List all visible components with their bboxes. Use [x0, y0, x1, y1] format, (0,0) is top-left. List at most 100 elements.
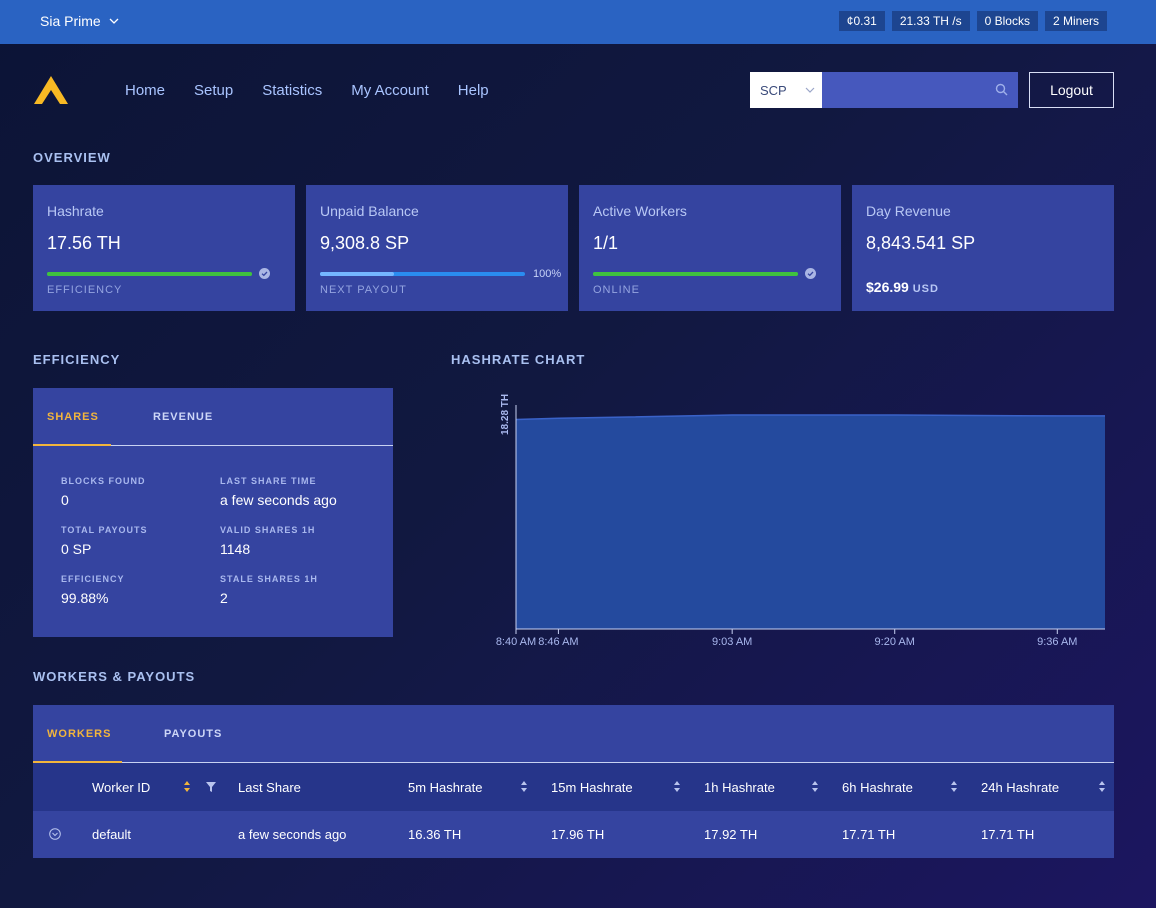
cell-5m-hashrate: 16.36 TH	[408, 827, 462, 842]
pool-hashrate-pill: 21.33 TH /s	[891, 11, 970, 31]
efficiency-panel: SHARES REVENUE BLOCKS FOUND 0 LAST SHARE…	[33, 388, 393, 637]
sort-icon[interactable]	[183, 780, 191, 793]
nav-setup[interactable]: Setup	[194, 82, 233, 99]
usd-unit: USD	[912, 283, 939, 295]
col-worker-id[interactable]: Worker ID	[92, 780, 150, 795]
overview-title: OVERVIEW	[33, 150, 111, 165]
active-tab-indicator	[33, 444, 111, 446]
stat-value: 1148	[220, 541, 251, 557]
stat-label: BLOCKS FOUND	[61, 476, 146, 486]
blocks-pill: 0 Blocks	[976, 11, 1038, 31]
sort-icon[interactable]	[950, 780, 958, 793]
col-24h-hashrate[interactable]: 24h Hashrate	[981, 780, 1059, 795]
usd-value: $26.99 USD	[866, 279, 939, 295]
table-header: Worker ID Last Share 5m Hashrate 15m Has…	[33, 763, 1114, 811]
x-tick-label: 9:20 AM	[875, 636, 915, 648]
card-sub: NEXT PAYOUT	[320, 284, 407, 296]
efficiency-bar-fill	[47, 272, 252, 276]
cell-worker-id: default	[92, 827, 132, 842]
stat-label: EFFICIENCY	[61, 574, 125, 584]
hashrate-chart-title: HASHRATE CHART	[451, 352, 586, 367]
card-value: 9,308.8 SP	[320, 233, 410, 253]
col-5m-hashrate[interactable]: 5m Hashrate	[408, 780, 482, 795]
unpaid-balance-card: Unpaid Balance 9,308.8 SP 100% NEXT PAYO…	[306, 185, 568, 311]
price-pill: ¢0.31	[838, 11, 885, 31]
logout-button[interactable]: Logout	[1029, 72, 1114, 108]
stat-value: a few seconds ago	[220, 492, 337, 508]
search-bar: SCP	[750, 72, 1018, 108]
stat-label: STALE SHARES 1H	[220, 574, 318, 584]
efficiency-title: EFFICIENCY	[33, 352, 121, 367]
cell-1h-hashrate: 17.92 TH	[704, 827, 758, 842]
search-input[interactable]	[822, 72, 1018, 108]
nav-home[interactable]: Home	[125, 82, 165, 99]
usd-amount: $26.99	[866, 279, 909, 295]
check-circle-icon	[259, 268, 270, 279]
expand-row-icon[interactable]	[49, 828, 61, 840]
stats-pills: ¢0.31 21.33 TH /s 0 Blocks 2 Miners	[838, 11, 1107, 31]
cell-15m-hashrate: 17.96 TH	[551, 827, 605, 842]
card-label: Day Revenue	[866, 203, 951, 219]
workers-tabs: WORKERS PAYOUTS	[33, 705, 1114, 763]
sort-icon[interactable]	[1098, 780, 1106, 793]
sort-icon[interactable]	[811, 780, 819, 793]
table-row[interactable]: default a few seconds ago 16.36 TH 17.96…	[33, 811, 1114, 858]
day-revenue-card: Day Revenue 8,843.541 SP $26.99 USD	[852, 185, 1114, 311]
sort-icon[interactable]	[520, 780, 528, 793]
hashrate-card: Hashrate 17.56 TH EFFICIENCY	[33, 185, 295, 311]
card-value: 1/1	[593, 233, 619, 253]
stat-value: 99.88%	[61, 590, 109, 606]
stat-efficiency: EFFICIENCY 99.88%	[61, 574, 125, 606]
nav-statistics[interactable]: Statistics	[262, 82, 322, 99]
coin-selector[interactable]: Sia Prime	[40, 13, 119, 29]
card-label: Hashrate	[47, 203, 104, 219]
card-label: Unpaid Balance	[320, 203, 419, 219]
col-6h-hashrate[interactable]: 6h Hashrate	[842, 780, 913, 795]
efficiency-bar	[47, 272, 252, 276]
card-value: 17.56 TH	[47, 233, 121, 253]
search-coin-select[interactable]: SCP	[750, 72, 822, 108]
x-tick-label: 8:40 AM	[496, 636, 536, 648]
sort-icon[interactable]	[673, 780, 681, 793]
search-icon[interactable]	[995, 83, 1008, 96]
tab-workers[interactable]: WORKERS	[47, 728, 111, 740]
col-15m-hashrate[interactable]: 15m Hashrate	[551, 780, 633, 795]
payout-bar	[320, 272, 525, 276]
col-last-share[interactable]: Last Share	[238, 780, 301, 795]
tab-revenue[interactable]: REVENUE	[153, 411, 213, 423]
main-nav: Home Setup Statistics My Account Help	[125, 82, 518, 99]
top-bar: Sia Prime ¢0.31 21.33 TH /s 0 Blocks 2 M…	[0, 0, 1156, 44]
online-bar	[593, 272, 798, 276]
nav-help[interactable]: Help	[458, 82, 489, 99]
stat-blocks-found: BLOCKS FOUND 0	[61, 476, 146, 508]
payout-percent: 100%	[533, 268, 562, 280]
col-1h-hashrate[interactable]: 1h Hashrate	[704, 780, 775, 795]
stat-stale-shares: STALE SHARES 1H 2	[220, 574, 318, 606]
stat-value: 2	[220, 590, 228, 606]
card-value: 8,843.541 SP	[866, 233, 976, 253]
cell-24h-hashrate: 17.71 TH	[981, 827, 1035, 842]
tab-shares[interactable]: SHARES	[47, 411, 99, 423]
stat-value: 0	[61, 492, 69, 508]
stat-label: LAST SHARE TIME	[220, 476, 317, 486]
card-sub: ONLINE	[593, 284, 640, 296]
online-bar-fill	[593, 272, 798, 276]
stat-valid-shares: VALID SHARES 1H 1148	[220, 525, 315, 557]
card-sub: EFFICIENCY	[47, 284, 123, 296]
efficiency-tabs: SHARES REVENUE	[33, 388, 393, 446]
miners-pill: 2 Miners	[1044, 11, 1107, 31]
filter-icon[interactable]	[206, 782, 216, 792]
hashrate-chart: 18.28 TH 8:40 AM 8:46 AM 9:03 AM 9:20 AM 9:3…	[496, 394, 1105, 648]
chevron-down-icon	[805, 87, 815, 93]
tab-payouts[interactable]: PAYOUTS	[164, 728, 222, 740]
payout-bar-fill	[320, 272, 394, 276]
logo-icon[interactable]	[33, 74, 69, 106]
cell-last-share: a few seconds ago	[238, 827, 347, 842]
stat-last-share-time: LAST SHARE TIME a few seconds ago	[220, 476, 337, 508]
cell-6h-hashrate: 17.71 TH	[842, 827, 896, 842]
chevron-down-icon	[109, 18, 119, 24]
active-workers-card: Active Workers 1/1 ONLINE	[579, 185, 841, 311]
x-tick-label: 9:36 AM	[1037, 636, 1077, 648]
nav-my-account[interactable]: My Account	[351, 82, 429, 99]
check-circle-icon	[805, 268, 816, 279]
